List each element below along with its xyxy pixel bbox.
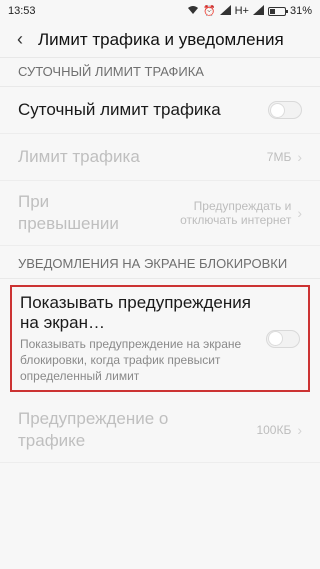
status-icons: ⏰ H+ 31% [187,4,312,18]
status-bar: 13:53 ⏰ H+ 31% [0,0,320,22]
status-time: 13:53 [8,5,36,17]
chevron-right-icon: › [297,205,302,221]
page-title: Лимит трафика и уведомления [38,29,284,49]
network-type: H+ [234,5,249,17]
wifi-icon [187,5,199,18]
chevron-right-icon: › [297,149,302,165]
section-daily-limit-title: СУТОЧНЫЙ ЛИМИТ ТРАФИКА [0,58,320,87]
chevron-right-icon: › [297,422,302,438]
show-warnings-toggle[interactable] [266,329,300,348]
show-warnings-row[interactable]: Показывать предупреждения на экран… Пока… [10,285,310,392]
signal-icon-2 [252,4,264,18]
daily-limit-row[interactable]: Суточный лимит трафика [0,87,320,134]
traffic-warning-label: Предупреждение о трафике [18,409,169,450]
back-button[interactable]: ‹ [8,26,32,54]
traffic-warning-value-wrap: 100КБ › [256,422,302,438]
daily-limit-toggle[interactable] [268,101,302,119]
signal-icon [219,4,231,18]
traffic-warning-value: 100КБ [256,423,292,437]
on-exceed-value: Предупреждать и отключать интернет [180,199,292,227]
on-exceed-value-wrap: Предупреждать и отключать интернет › [171,199,302,227]
alarm-icon: ⏰ [203,5,216,17]
battery-icon [267,6,288,16]
daily-limit-label: Суточный лимит трафика [18,100,221,119]
app-header: ‹ Лимит трафика и уведомления [0,22,320,58]
traffic-limit-value: 7МБ [266,150,292,164]
show-warnings-desc: Показывать предупреждение на экране блок… [20,337,242,383]
show-warnings-label: Показывать предупреждения на экран… [20,293,251,332]
traffic-limit-value-wrap: 7МБ › [267,149,302,165]
traffic-warning-row[interactable]: Предупреждение о трафике 100КБ › [0,398,320,463]
on-exceed-row[interactable]: При превышении Предупреждать и отключать… [0,181,320,246]
section-lockscreen-title: УВЕДОМЛЕНИЯ НА ЭКРАНЕ БЛОКИРОВКИ [0,246,320,279]
chevron-left-icon: ‹ [17,29,23,49]
traffic-limit-row[interactable]: Лимит трафика 7МБ › [0,134,320,181]
battery-percent: 31% [289,5,312,17]
on-exceed-label: При превышении [18,192,119,233]
traffic-limit-label: Лимит трафика [18,147,140,166]
